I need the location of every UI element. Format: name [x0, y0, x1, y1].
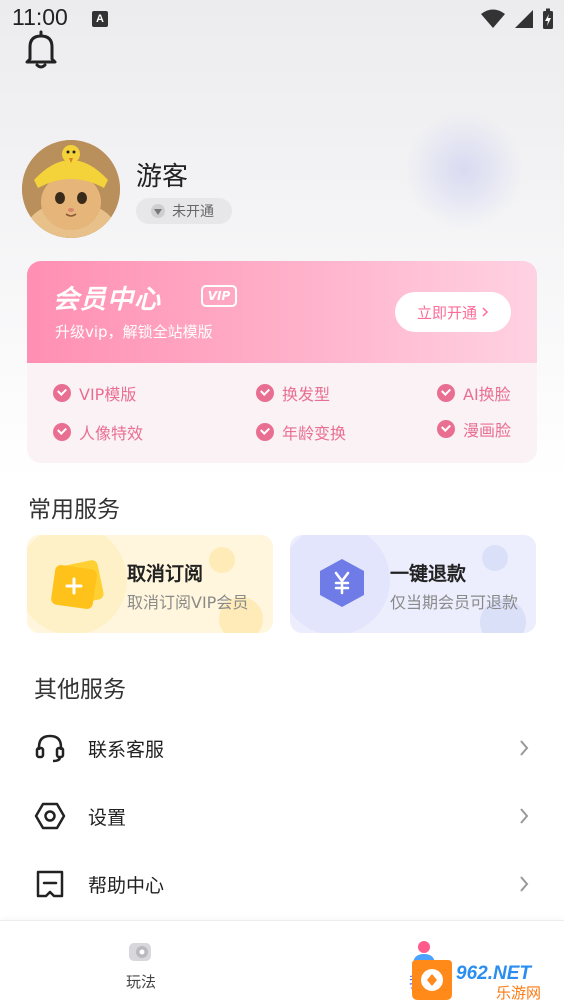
open-vip-button[interactable]: 立即开通	[395, 292, 511, 332]
menu-item-label: 帮助中心	[88, 874, 165, 897]
common-services-title: 常用服务	[28, 497, 120, 523]
chevron-right-icon	[520, 808, 529, 824]
chevron-right-icon	[520, 876, 529, 892]
vip-status-label: 未开通	[172, 204, 214, 220]
status-time: 11:00	[12, 4, 68, 30]
other-services-title: 其他服务	[34, 677, 126, 703]
perk-item: AI换脸	[437, 381, 511, 405]
perk-item: 漫画脸	[437, 417, 511, 441]
signal-icon	[515, 10, 533, 28]
member-center-card[interactable]: 会员中心 VIP 升级vip，解锁全站模版 立即开通 VIP模版 换发型 AI换…	[27, 261, 537, 463]
member-card-title: 会员中心	[53, 285, 162, 315]
watermark-logo-text: 962.NET	[456, 963, 532, 984]
check-icon	[256, 384, 274, 402]
headset-icon	[35, 734, 65, 763]
diamond-icon	[151, 204, 165, 218]
service-desc: 取消订阅VIP会员	[127, 593, 249, 612]
perk-label: AI换脸	[463, 385, 511, 404]
open-vip-button-label: 立即开通	[416, 303, 477, 322]
perk-label: 年龄变换	[282, 424, 347, 443]
perk-item: VIP模版	[53, 381, 136, 405]
chevron-right-icon	[520, 740, 529, 756]
member-card-header: 会员中心 VIP 升级vip，解锁全站模版 立即开通	[27, 261, 537, 363]
check-icon	[256, 423, 274, 441]
perk-item: 换发型	[256, 381, 330, 405]
perk-item: 年龄变换	[256, 420, 346, 444]
member-card-subtitle: 升级vip，解锁全站模版	[55, 323, 213, 341]
service-desc: 仅当期会员可退款	[390, 593, 519, 612]
decoration	[482, 545, 508, 571]
perk-label: 漫画脸	[463, 421, 512, 440]
help-message-icon	[36, 870, 64, 898]
play-icon	[129, 943, 151, 961]
yuan-hexagon-icon	[320, 559, 364, 607]
wifi-icon	[481, 9, 505, 28]
cat-avatar-icon	[22, 140, 120, 238]
decoration	[209, 547, 235, 573]
vip-status-badge[interactable]: 未开通	[136, 198, 232, 224]
menu-item-label: 设置	[88, 806, 127, 829]
avatar[interactable]	[22, 140, 120, 238]
tab-label: 玩法	[125, 973, 156, 991]
chevron-right-icon	[482, 307, 489, 317]
check-icon	[437, 420, 455, 438]
watermark-site-name: 乐游网	[496, 984, 541, 1002]
menu-item-label: 联系客服	[88, 738, 165, 761]
plus-card-icon	[51, 560, 104, 609]
check-icon	[437, 384, 455, 402]
status-bar: 11:00 A	[0, 0, 564, 40]
perk-label: VIP模版	[79, 385, 137, 404]
perk-item: 人像特效	[53, 420, 143, 444]
perk-label: 换发型	[282, 385, 331, 404]
site-watermark-logo: 962.NET 乐游网	[412, 960, 541, 1002]
battery-icon	[543, 8, 553, 29]
menu-item-help-center[interactable]: 帮助中心	[0, 850, 564, 918]
refund-card[interactable]: 一键退款 仅当期会员可退款	[290, 535, 536, 633]
tab-play[interactable]: 玩法	[101, 935, 181, 992]
vip-tag: VIP	[201, 285, 237, 307]
check-icon	[53, 423, 71, 441]
service-name: 一键退款	[390, 563, 467, 585]
hexagon-gear-icon	[34, 802, 66, 830]
menu-item-contact-support[interactable]: 联系客服	[0, 714, 564, 782]
menu-item-settings[interactable]: 设置	[0, 782, 564, 850]
cancel-subscription-card[interactable]: 取消订阅 取消订阅VIP会员	[27, 535, 273, 633]
service-name: 取消订阅	[127, 563, 204, 585]
perk-label: 人像特效	[79, 424, 144, 443]
notification-a-icon: A	[92, 11, 108, 27]
username: 游客	[136, 162, 189, 192]
bell-icon[interactable]	[22, 30, 60, 70]
check-icon	[53, 384, 71, 402]
